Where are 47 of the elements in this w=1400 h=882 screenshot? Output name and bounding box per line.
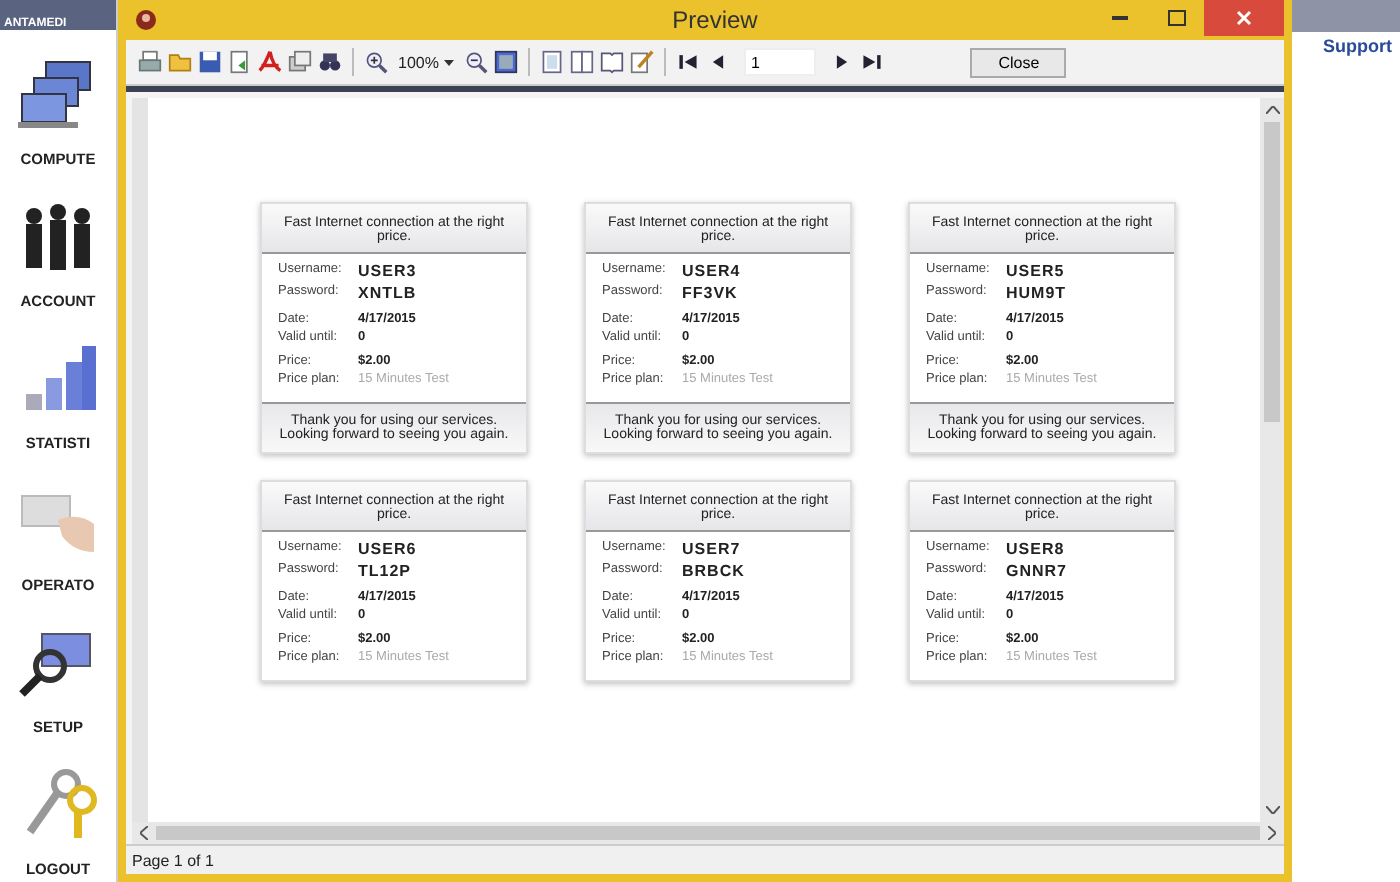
close-button[interactable]: [1204, 0, 1284, 36]
field-value: FF3VK: [682, 284, 738, 302]
app-icon: [134, 8, 158, 32]
document-stack-icon[interactable]: [288, 50, 312, 74]
minimize-icon: [1112, 16, 1128, 20]
field-value: USER7: [682, 540, 741, 558]
field-value: USER4: [682, 262, 741, 280]
support-link[interactable]: Support: [1315, 32, 1400, 60]
last-page-icon[interactable]: [860, 50, 885, 74]
scroll-thumb[interactable]: [156, 826, 1260, 840]
zoom-in-icon[interactable]: [364, 50, 388, 74]
scroll-left-icon: [140, 826, 148, 840]
maximize-icon: [1167, 10, 1185, 26]
scroll-right-icon: [1268, 826, 1276, 840]
scroll-down-icon: [1265, 806, 1279, 814]
vertical-scrollbar[interactable]: [1260, 98, 1284, 822]
page-number-field[interactable]: 1: [744, 48, 817, 76]
field-value: USER3: [358, 262, 417, 280]
header-bar: [1292, 0, 1400, 32]
zoom-dropdown[interactable]: 100%: [394, 53, 459, 71]
horizontal-scrollbar[interactable]: [132, 822, 1284, 844]
field-value: USER5: [1006, 262, 1065, 280]
close-preview-button[interactable]: Close: [970, 47, 1067, 77]
page-frame-icon[interactable]: [494, 50, 519, 74]
field-value: USER8: [1006, 540, 1065, 558]
field-value: HUM9T: [1006, 284, 1067, 302]
scroll-up-icon: [1265, 106, 1279, 114]
field-value: XNTLB: [358, 284, 417, 302]
zoom-out-icon[interactable]: [464, 50, 489, 74]
field-value: BRBCK: [682, 562, 745, 580]
book-icon[interactable]: [600, 50, 625, 74]
first-page-icon[interactable]: [676, 50, 701, 74]
window-title: Preview: [670, 6, 758, 34]
two-pages-icon[interactable]: [570, 50, 595, 74]
field-value: USER6: [358, 540, 417, 558]
field-value: GNNR7: [1006, 562, 1068, 580]
printer-icon[interactable]: [138, 50, 162, 74]
pdf-icon[interactable]: [258, 50, 282, 74]
page-count: Page 1 of 1: [132, 851, 214, 869]
scroll-thumb[interactable]: [1264, 122, 1280, 422]
close-icon: [1236, 10, 1252, 26]
pencil-page-icon[interactable]: [630, 50, 655, 74]
folder-icon[interactable]: [168, 50, 192, 74]
page-icon[interactable]: [540, 50, 565, 74]
caret-icon: [444, 59, 455, 65]
binoculars-icon[interactable]: [318, 50, 342, 74]
field-value: TL12P: [358, 562, 412, 580]
